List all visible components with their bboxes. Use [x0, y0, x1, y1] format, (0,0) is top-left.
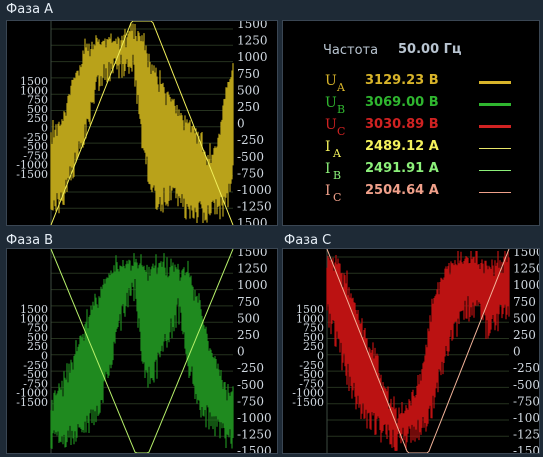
measurement-row: I C 2504.64 А — [283, 183, 541, 205]
measurement-value: 3129.23 В — [365, 73, 439, 88]
right-tick-label: -1500 — [513, 444, 539, 453]
measurement-symbol: I — [325, 139, 331, 155]
left-tick-label: -1500 — [16, 168, 48, 181]
measurement-value: 3030.89 В — [365, 117, 439, 132]
right-tick-label: 250 — [237, 328, 260, 342]
right-tick-label: -1000 — [513, 411, 539, 425]
waveform-chart-phase-a: 1500 1000 750 500 250 0 -250 -500 -750 -1000 -1500… — [7, 21, 277, 225]
right-tick-label: -500 — [237, 150, 264, 164]
measurement-symbol: U — [325, 73, 337, 89]
right-tick-label: -1000 — [237, 411, 272, 425]
right-tick-label: -1250 — [513, 428, 539, 442]
measurement-value: 2491.91 А — [365, 161, 439, 176]
waveform-chart-phase-c: 1500 1000 750 500 250 0 -250 -500 -750 -1000 -1500… — [283, 249, 539, 453]
measurement-symbol: U — [325, 117, 337, 133]
right-tick-label: 750 — [237, 67, 260, 81]
right-tick-label: -250 — [513, 361, 539, 375]
right-tick-label: -1000 — [237, 183, 272, 197]
right-tick-label: 500 — [513, 311, 536, 325]
measurement-value: 2489.12 А — [365, 139, 439, 154]
right-tick-label: 1500 — [237, 249, 268, 259]
right-tick-label: -1250 — [237, 200, 272, 214]
right-tick-label: -750 — [237, 394, 264, 408]
legend-line-swatch — [479, 125, 511, 128]
legend-line-swatch — [479, 170, 511, 171]
legend-line-swatch — [479, 192, 511, 193]
chart-frame-phase-a: 1500 1000 750 500 250 0 -250 -500 -750 -1000 -1500… — [6, 20, 278, 226]
measurement-subscript: A — [337, 81, 345, 94]
frequency-label: Частота — [323, 43, 379, 58]
right-tick-label: 1000 — [237, 278, 268, 292]
right-tick-label: -750 — [237, 166, 264, 180]
legend-line-swatch — [479, 81, 511, 84]
right-tick-label: 0 — [237, 345, 245, 359]
right-tick-label: -250 — [237, 361, 264, 375]
right-tick-label: 0 — [237, 117, 245, 131]
right-tick-label: -250 — [237, 133, 264, 147]
measurement-subscript: A — [333, 147, 341, 160]
right-tick-label: 250 — [237, 100, 260, 114]
measurement-value: 2504.64 А — [365, 183, 439, 198]
right-tick-label: 1500 — [237, 21, 268, 31]
chart-frame-phase-c: 1500 1000 750 500 250 0 -250 -500 -750 -1000 -1500… — [282, 248, 540, 454]
right-tick-label: 1250 — [237, 262, 268, 276]
right-tick-label: -500 — [237, 378, 264, 392]
right-tick-label: 1000 — [513, 278, 539, 292]
measurement-row: U A 3129.23 В — [283, 73, 541, 95]
right-tick-label: 750 — [513, 295, 536, 309]
waveform-chart-phase-b: 1500 1000 750 500 250 0 -250 -500 -750 -1000 -1500… — [7, 249, 277, 453]
measurement-symbol: U — [325, 95, 337, 111]
panel-title-phase-a: Фаза A — [6, 2, 54, 17]
measurement-symbol: I — [325, 161, 331, 177]
measurement-subscript: C — [333, 191, 342, 204]
chart-frame-phase-b: 1500 1000 750 500 250 0 -250 -500 -750 -1000 -1500… — [6, 248, 278, 454]
frequency-value: 50.00 Гц — [398, 42, 462, 57]
left-tick-label: -1500 — [16, 396, 48, 409]
right-tick-label: -1500 — [237, 444, 272, 453]
right-tick-label: 0 — [513, 345, 521, 359]
left-tick-label: -1500 — [292, 396, 324, 409]
right-tick-label: -750 — [513, 394, 539, 408]
measurement-row: I B 2491.91 А — [283, 161, 541, 183]
measurement-row: U C 3030.89 В — [283, 117, 541, 139]
right-tick-label: 1500 — [513, 249, 539, 259]
right-tick-label: 500 — [237, 83, 260, 97]
measurement-row: I A 2489.12 А — [283, 139, 541, 161]
right-tick-label: 1500 — [237, 216, 268, 225]
measurement-subscript: B — [333, 169, 342, 182]
measurement-row: U B 3069.00 В — [283, 95, 541, 117]
panel-title-phase-b: Фаза B — [6, 233, 54, 248]
measurement-subscript: B — [337, 103, 346, 116]
legend-line-swatch — [479, 103, 511, 106]
measurements-panel: Частота 50.00 Гц U A 3129.23 В U B 3069.00 ВU… — [282, 20, 540, 226]
right-tick-label: 250 — [513, 328, 536, 342]
right-tick-label: 750 — [237, 295, 260, 309]
measurement-symbol: I — [325, 183, 331, 199]
right-tick-label: 1000 — [237, 50, 268, 64]
panel-title-phase-c: Фаза C — [284, 233, 332, 248]
right-tick-label: 1250 — [513, 262, 539, 276]
right-tick-label: 500 — [237, 311, 260, 325]
right-tick-label: -500 — [513, 378, 539, 392]
legend-line-swatch — [479, 148, 511, 149]
right-tick-label: -1250 — [237, 428, 272, 442]
measurement-subscript: C — [337, 125, 346, 138]
measurement-value: 3069.00 В — [365, 95, 439, 110]
right-tick-label: 1250 — [237, 34, 268, 48]
